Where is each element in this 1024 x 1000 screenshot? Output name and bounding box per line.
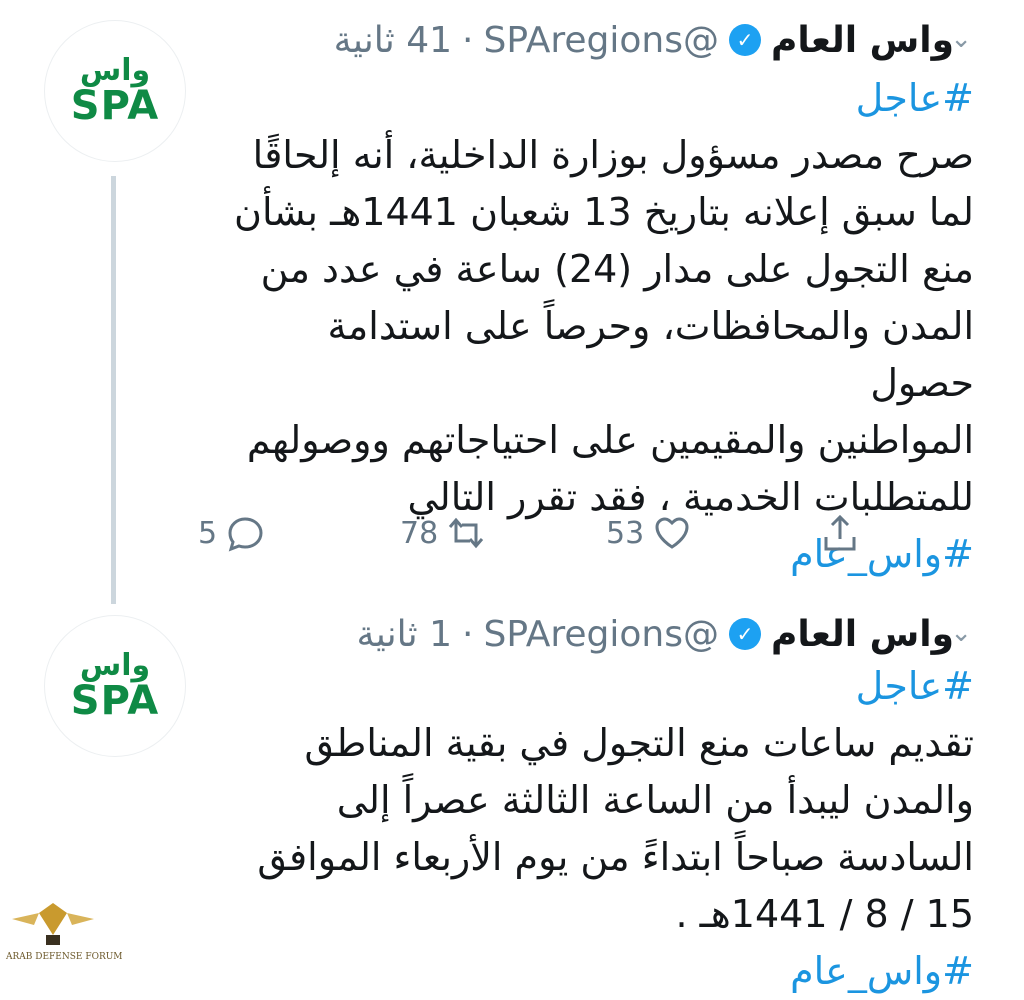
tweet-header: واس العام ✓ @SPAregions · 1 ثانية	[357, 612, 955, 656]
display-name[interactable]: واس العام	[771, 20, 954, 61]
logo-arabic: واس	[79, 648, 151, 683]
reply-button[interactable]: 5	[198, 513, 265, 553]
handle[interactable]: @SPAregions	[483, 20, 719, 61]
hashtag-link[interactable]: #واس_عام	[214, 943, 974, 1000]
logo-arabic: واس	[79, 53, 151, 88]
account-avatar[interactable]: واس SPA	[44, 20, 186, 162]
hashtag-link[interactable]: #عاجل	[214, 70, 974, 127]
heart-icon	[655, 517, 689, 549]
chevron-down-icon[interactable]: ⌄	[950, 618, 972, 648]
retweet-button[interactable]: 78	[400, 513, 486, 553]
verified-badge-icon: ✓	[728, 618, 761, 650]
share-icon	[824, 514, 856, 551]
display-name[interactable]: واس العام	[771, 614, 954, 655]
tweet-line: المدن والمحافظات، وحرصاً على استدامة حصو…	[327, 304, 974, 405]
retweet-icon	[449, 517, 484, 549]
tweet-line: صرح مصدر مسؤول بوزارة الداخلية، أنه إلحا…	[252, 133, 974, 177]
share-button[interactable]	[820, 513, 860, 553]
timestamp[interactable]: 1 ثانية	[357, 614, 453, 655]
tweet-line: منع التجول على مدار (24) ساعة في عدد من	[260, 247, 974, 291]
logo-latin: SPA	[70, 83, 160, 129]
logo-latin: SPA	[70, 678, 160, 724]
tweet-line: والمدن ليبدأ من الساعة الثالثة عصراً إلى	[336, 778, 974, 822]
chevron-down-icon[interactable]: ⌄	[950, 24, 972, 54]
reply-icon	[228, 517, 263, 552]
account-avatar[interactable]: واس SPA	[44, 615, 186, 757]
separator-dot: ·	[462, 19, 474, 61]
timestamp[interactable]: 41 ثانية	[334, 20, 452, 61]
tweet-line: السادسة صباحاً ابتداءً من يوم الأربعاء ا…	[257, 835, 974, 879]
tweet-actions: 5 78 53	[0, 505, 1024, 565]
handle[interactable]: @SPAregions	[483, 614, 719, 655]
separator-dot: ·	[462, 613, 474, 655]
tweet-body: #عاجل تقديم ساعات منع التجول في بقية الم…	[214, 658, 974, 1000]
tweet-line: 15 / 8 / 1441هـ .	[675, 892, 974, 936]
tweet-line: لما سبق إعلانه بتاريخ 13 شعبان 1441هـ بش…	[234, 190, 974, 234]
reply-count: 5	[198, 515, 218, 551]
watermark-text: ARAB DEFENSE FORUM	[6, 952, 123, 962]
hashtag-link[interactable]: #عاجل	[214, 658, 974, 715]
tweet-header: واس العام ✓ @SPAregions · 41 ثانية	[334, 18, 954, 62]
verified-badge-icon: ✓	[728, 24, 761, 56]
like-count: 53	[606, 515, 645, 551]
tweet-line: تقديم ساعات منع التجول في بقية المناطق	[304, 721, 974, 765]
retweet-count: 78	[400, 515, 439, 551]
tweet-line: المواطنين والمقيمين على احتياجاتهم ووصول…	[246, 418, 974, 462]
like-button[interactable]: 53	[606, 513, 692, 553]
